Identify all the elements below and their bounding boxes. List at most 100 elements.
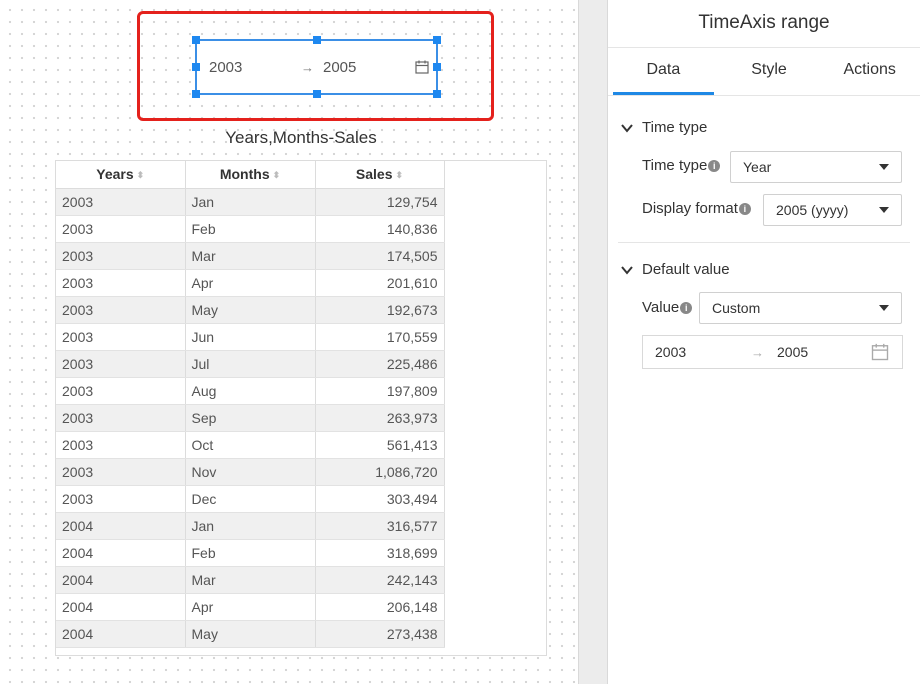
column-header-years[interactable]: Years ⬍ xyxy=(56,161,186,189)
cell-sales: 242,143 xyxy=(315,566,445,594)
sort-icon[interactable]: ⬍ xyxy=(273,170,281,181)
sales-table[interactable]: Years ⬍ Months ⬍ Sales ⬍ 2003 Jan 129,754 2003… xyxy=(55,160,547,656)
sort-icon[interactable]: ⬍ xyxy=(396,170,404,181)
widget-date-range[interactable]: 2003 → 2005 xyxy=(209,53,430,81)
display-format-select[interactable]: 2005 (yyyy) xyxy=(763,194,902,226)
cell-year: 2003 xyxy=(56,296,186,324)
info-icon[interactable]: i xyxy=(680,301,693,314)
default-range-to[interactable]: 2005 xyxy=(777,344,870,360)
resize-handle-ml[interactable] xyxy=(192,63,200,71)
section-default-value[interactable]: Default value xyxy=(620,261,730,278)
table-row[interactable]: 2003 May 192,673 xyxy=(56,296,445,324)
table-row[interactable]: 2003 Nov 1,086,720 xyxy=(56,458,445,486)
panel-tabs: Data Style Actions xyxy=(608,48,920,96)
cell-month: May xyxy=(185,620,316,648)
cell-year: 2003 xyxy=(56,458,186,486)
tab-data[interactable]: Data xyxy=(613,48,714,95)
cell-month: Apr xyxy=(185,593,316,621)
cell-year: 2003 xyxy=(56,377,186,405)
resize-handle-mr[interactable] xyxy=(433,63,441,71)
time-type-label: Time type i xyxy=(642,157,721,174)
cell-month: Mar xyxy=(185,242,316,270)
panel-splitter[interactable] xyxy=(578,0,608,684)
cell-sales: 170,559 xyxy=(315,323,445,351)
cell-month: Jul xyxy=(185,350,316,378)
resize-handle-tl[interactable] xyxy=(192,36,200,44)
table-row[interactable]: 2003 Aug 197,809 xyxy=(56,377,445,405)
table-title: Years,Months-Sales xyxy=(225,128,377,147)
cell-year: 2003 xyxy=(56,485,186,513)
cell-month: Jan xyxy=(185,188,316,216)
cell-year: 2003 xyxy=(56,242,186,270)
resize-handle-bl[interactable] xyxy=(192,90,200,98)
default-date-range-picker[interactable]: 2003 → 2005 xyxy=(642,335,903,369)
cell-sales: 561,413 xyxy=(315,431,445,459)
resize-handle-tr[interactable] xyxy=(433,36,441,44)
cell-month: Jan xyxy=(185,512,316,540)
table-row[interactable]: 2003 Jun 170,559 xyxy=(56,323,445,351)
calendar-icon[interactable] xyxy=(870,342,890,362)
table-header-row: Years ⬍ Months ⬍ Sales ⬍ xyxy=(56,161,445,189)
caret-down-icon xyxy=(879,207,889,213)
widget-range-from[interactable]: 2003 xyxy=(209,59,301,76)
cell-sales: 225,486 xyxy=(315,350,445,378)
calendar-icon[interactable] xyxy=(414,59,430,75)
resize-handle-br[interactable] xyxy=(433,90,441,98)
table-row[interactable]: 2003 Jan 129,754 xyxy=(56,188,445,216)
report-canvas[interactable]: 2003 → 2005 Years,Months-Sales Years ⬍ Mo… xyxy=(0,0,578,684)
cell-year: 2003 xyxy=(56,404,186,432)
value-select-value: Custom xyxy=(712,300,761,316)
value-label: Value i xyxy=(642,299,693,316)
cell-year: 2003 xyxy=(56,188,186,216)
caret-down-icon xyxy=(879,305,889,311)
table-row[interactable]: 2003 Dec 303,494 xyxy=(56,485,445,513)
default-range-arrow: → xyxy=(751,344,764,360)
section-time-type[interactable]: Time type xyxy=(620,119,707,136)
column-header-months[interactable]: Months ⬍ xyxy=(185,161,316,189)
resize-handle-bc[interactable] xyxy=(313,90,321,98)
cell-sales: 303,494 xyxy=(315,485,445,513)
info-icon[interactable]: i xyxy=(738,202,751,215)
cell-month: Apr xyxy=(185,269,316,297)
section-default-value-label: Default value xyxy=(642,261,730,278)
sort-icon[interactable]: ⬍ xyxy=(137,170,145,181)
cell-sales: 1,086,720 xyxy=(315,458,445,486)
cell-year: 2003 xyxy=(56,215,186,243)
cell-year: 2003 xyxy=(56,431,186,459)
cell-sales: 140,836 xyxy=(315,215,445,243)
tab-style[interactable]: Style xyxy=(719,48,820,95)
widget-range-to[interactable]: 2005 xyxy=(323,59,414,76)
section-divider xyxy=(618,242,910,243)
display-format-label: Display format i xyxy=(642,200,751,217)
column-header-sales[interactable]: Sales ⬍ xyxy=(315,161,445,189)
time-type-select[interactable]: Year xyxy=(730,151,902,183)
value-select[interactable]: Custom xyxy=(699,292,902,324)
table-row[interactable]: 2004 Jan 316,577 xyxy=(56,512,445,540)
table-row[interactable]: 2004 Mar 242,143 xyxy=(56,566,445,594)
table-row[interactable]: 2003 Mar 174,505 xyxy=(56,242,445,270)
table-row[interactable]: 2004 May 273,438 xyxy=(56,620,445,648)
table-row[interactable]: 2003 Feb 140,836 xyxy=(56,215,445,243)
cell-year: 2004 xyxy=(56,512,186,540)
chevron-down-icon xyxy=(621,265,633,275)
table-row[interactable]: 2004 Apr 206,148 xyxy=(56,593,445,621)
cell-year: 2003 xyxy=(56,323,186,351)
resize-handle-tc[interactable] xyxy=(313,36,321,44)
table-row[interactable]: 2003 Jul 225,486 xyxy=(56,350,445,378)
cell-month: Dec xyxy=(185,485,316,513)
table-row[interactable]: 2003 Sep 263,973 xyxy=(56,404,445,432)
cell-year: 2004 xyxy=(56,620,186,648)
table-row[interactable]: 2003 Apr 201,610 xyxy=(56,269,445,297)
tab-actions[interactable]: Actions xyxy=(819,48,920,95)
time-type-value: Year xyxy=(743,159,772,175)
panel-title: TimeAxis range xyxy=(608,0,920,48)
cell-month: Aug xyxy=(185,377,316,405)
cell-month: May xyxy=(185,296,316,324)
timeaxis-range-widget[interactable]: 2003 → 2005 xyxy=(192,36,441,98)
info-icon[interactable]: i xyxy=(708,159,721,172)
default-range-from[interactable]: 2003 xyxy=(655,344,751,360)
properties-panel: TimeAxis range Data Style Actions Time t… xyxy=(608,0,920,684)
table-row[interactable]: 2003 Oct 561,413 xyxy=(56,431,445,459)
table-row[interactable]: 2004 Feb 318,699 xyxy=(56,539,445,567)
cell-year: 2003 xyxy=(56,269,186,297)
